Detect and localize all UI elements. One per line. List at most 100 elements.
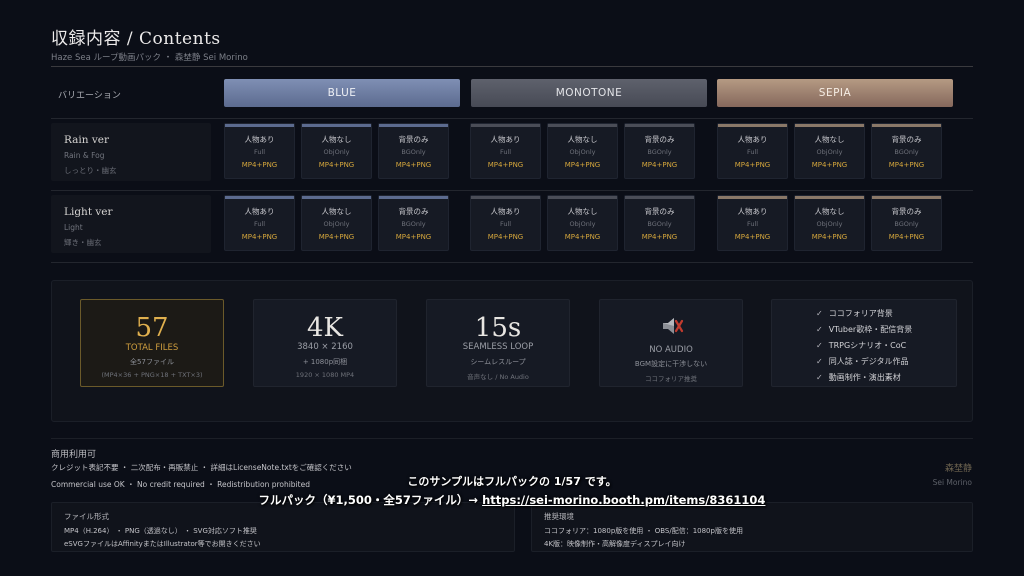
cell-color-bar [302, 196, 371, 199]
environment-box: 推奨環境 ココフォリア：1080p版を使用 ・ OBS/配信：1080p版を使用… [531, 502, 973, 552]
cell-label-en: BGOnly [647, 220, 672, 228]
use-case-label: VTuber歌枠・配信背景 [828, 325, 913, 334]
cell-mono-objonly[interactable]: 人物なし ObjOnly MP4+PNG [547, 123, 618, 179]
check-icon: ✓ [816, 373, 823, 382]
cell-format: MP4+PNG [318, 161, 355, 169]
cell-label-jp: 人物なし [567, 135, 598, 144]
cell-color-bar [872, 124, 941, 127]
row-mood: しっとり・幽玄 [64, 166, 117, 175]
list-item: ✓ VTuber歌枠・配信背景 [816, 322, 912, 338]
stat-value: 4K [307, 313, 343, 343]
use-cases-list: ✓ ココフォリア背景 ✓ VTuber歌枠・配信背景 ✓ TRPGシナリオ・CoC ✓… [771, 299, 957, 387]
variation-monotone-button[interactable]: MONOTONE [471, 79, 707, 107]
cell-format: MP4+PNG [888, 161, 925, 169]
cell-label-jp: 人物なし [814, 207, 845, 216]
row-divider [51, 190, 973, 191]
stat-label: NO AUDIO [649, 345, 693, 355]
stat-resolution: 4K 3840 × 2160 + 1080p同梱 1920 × 1080 MP4 [253, 299, 397, 387]
booth-link[interactable]: https://sei-morino.booth.pm/items/836110… [482, 493, 765, 507]
muted-speaker-icon [663, 318, 684, 334]
cell-color-bar [872, 196, 941, 199]
cell-label-en: Full [499, 220, 512, 228]
cell-label-jp: 背景のみ [644, 207, 675, 216]
row-divider [51, 118, 973, 119]
cell-label-en: Full [746, 220, 759, 228]
cell-color-bar [548, 124, 617, 127]
cell-label-jp: 背景のみ [644, 135, 675, 144]
cell-sepia-objonly[interactable]: 人物なし ObjOnly MP4+PNG [794, 195, 865, 251]
cell-label-jp: 背景のみ [398, 135, 429, 144]
cell-label-jp: 人物なし [567, 207, 598, 216]
cell-label-en: Full [746, 148, 759, 156]
row-label-rain: Rain ver Rain & Fog しっとり・幽玄 [51, 123, 211, 181]
cell-blue-bgonly[interactable]: 背景のみ BGOnly MP4+PNG [378, 123, 449, 179]
list-item: ✓ TRPGシナリオ・CoC [816, 338, 912, 354]
stat-jp: 全57ファイル [130, 358, 174, 366]
cell-sepia-full[interactable]: 人物あり Full MP4+PNG [717, 195, 788, 251]
cell-mono-objonly[interactable]: 人物なし ObjOnly MP4+PNG [547, 195, 618, 251]
cell-color-bar [225, 124, 294, 127]
cell-mono-full[interactable]: 人物あり Full MP4+PNG [470, 195, 541, 251]
cell-format: MP4+PNG [811, 233, 848, 241]
cell-label-en: ObjOnly [569, 220, 596, 228]
cell-format: MP4+PNG [734, 233, 771, 241]
variation-label: バリエーション [58, 91, 121, 101]
stat-no-audio: NO AUDIO BGM設定に干渉しない ココフォリア推奨 [599, 299, 743, 387]
cell-label-en: BGOnly [647, 148, 672, 156]
cell-blue-full[interactable]: 人物あり Full MP4+PNG [224, 123, 295, 179]
cell-sepia-bgonly[interactable]: 背景のみ BGOnly MP4+PNG [871, 195, 942, 251]
cell-blue-objonly[interactable]: 人物なし ObjOnly MP4+PNG [301, 195, 372, 251]
use-case-label: TRPGシナリオ・CoC [828, 341, 907, 350]
stat-loop: 15s SEAMLESS LOOP シームレスループ 音声なし / No Aud… [426, 299, 570, 387]
stat-total-files: 57 TOTAL FILES 全57ファイル (MP4×36 + PNG×18 … [80, 299, 224, 387]
cell-mono-bgonly[interactable]: 背景のみ BGOnly MP4+PNG [624, 195, 695, 251]
use-case-label: 動画制作・演出素材 [828, 373, 901, 382]
list-item: ✓ 同人誌・デジタル作品 [816, 354, 912, 370]
variation-blue-button[interactable]: BLUE [224, 79, 460, 107]
environment-heading: 推奨環境 [544, 512, 574, 521]
cell-label-jp: 人物なし [321, 135, 352, 144]
stat-value: 57 [135, 313, 169, 343]
cell-format: MP4+PNG [811, 161, 848, 169]
cell-sepia-full[interactable]: 人物あり Full MP4+PNG [717, 123, 788, 179]
cell-label-jp: 人物あり [490, 207, 521, 216]
full-pack-text: フルパック（¥1,500・全57ファイル）→ [258, 493, 483, 507]
cell-format: MP4+PNG [564, 161, 601, 169]
cell-format: MP4+PNG [734, 161, 771, 169]
row-sub: Light [64, 223, 83, 232]
check-icon: ✓ [816, 325, 823, 334]
stat-note: 音声なし / No Audio [467, 373, 529, 381]
cell-format: MP4+PNG [395, 233, 432, 241]
stat-value: 15s [474, 313, 522, 343]
cell-sepia-objonly[interactable]: 人物なし ObjOnly MP4+PNG [794, 123, 865, 179]
stat-jp: + 1080p同梱 [302, 358, 348, 366]
stat-note: ココフォリア推奨 [645, 375, 697, 383]
cell-mono-bgonly[interactable]: 背景のみ BGOnly MP4+PNG [624, 123, 695, 179]
cell-format: MP4+PNG [487, 233, 524, 241]
stat-label: TOTAL FILES [125, 343, 179, 353]
cell-blue-objonly[interactable]: 人物なし ObjOnly MP4+PNG [301, 123, 372, 179]
cell-format: MP4+PNG [564, 233, 601, 241]
cell-color-bar [625, 196, 694, 199]
row-mood: 輝き・幽玄 [64, 238, 102, 247]
stat-jp: BGM設定に干渉しない [634, 360, 708, 368]
use-case-label: 同人誌・デジタル作品 [828, 357, 909, 366]
cell-sepia-bgonly[interactable]: 背景のみ BGOnly MP4+PNG [871, 123, 942, 179]
environment-line: ココフォリア：1080p版を使用 ・ OBS/配信：1080p版を使用 [544, 527, 743, 535]
cell-blue-full[interactable]: 人物あり Full MP4+PNG [224, 195, 295, 251]
cell-label-en: BGOnly [894, 220, 919, 228]
full-pack-notice: フルパック（¥1,500・全57ファイル）→ https://sei-morin… [0, 492, 1024, 508]
cell-mono-full[interactable]: 人物あり Full MP4+PNG [470, 123, 541, 179]
cell-label-jp: 人物なし [321, 207, 352, 216]
cell-label-en: BGOnly [401, 148, 426, 156]
variation-sepia-button[interactable]: SEPIA [717, 79, 953, 107]
cell-label-en: ObjOnly [816, 148, 843, 156]
cell-label-en: ObjOnly [816, 220, 843, 228]
license-heading: 商用利用可 [51, 450, 97, 460]
row-name: Light ver [64, 206, 113, 218]
cell-color-bar [471, 196, 540, 199]
cell-label-jp: 背景のみ [891, 207, 922, 216]
cell-label-en: ObjOnly [323, 220, 350, 228]
cell-blue-bgonly[interactable]: 背景のみ BGOnly MP4+PNG [378, 195, 449, 251]
file-format-line: eSVGファイルはAffinityまたはIllustrator等でお開きください [64, 540, 261, 548]
